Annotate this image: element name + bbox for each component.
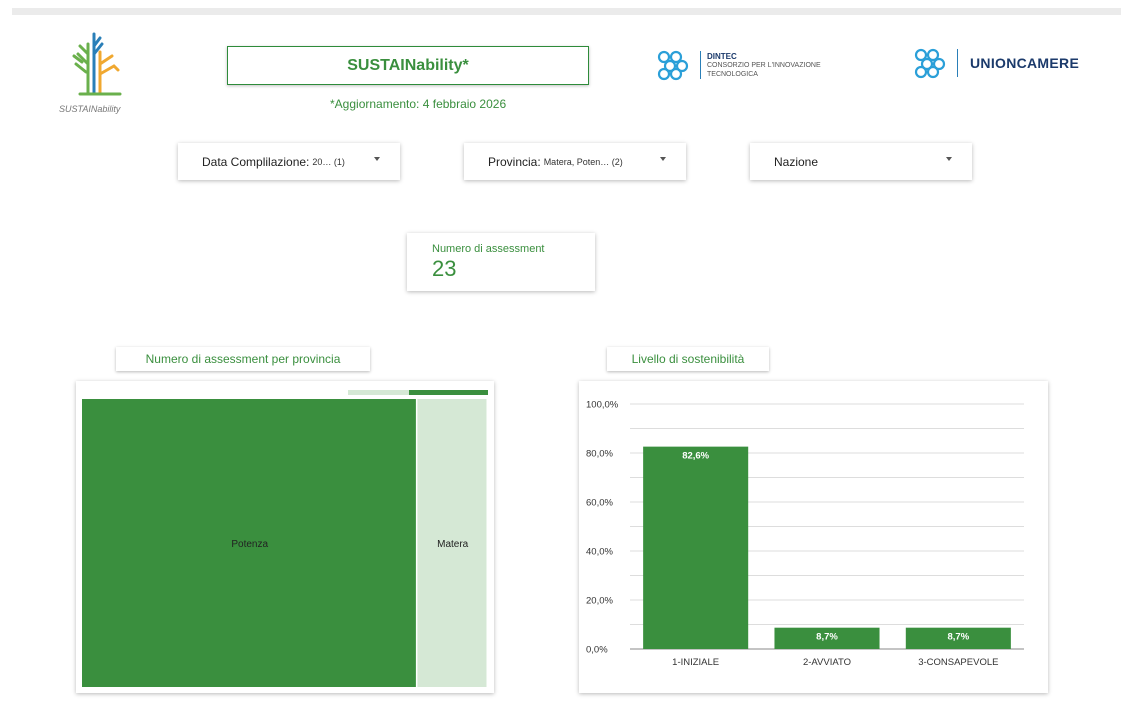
treemap-cell-label: Matera bbox=[437, 539, 469, 550]
bar-chart[interactable]: 0,0% 20,0% 40,0% 60,0% 80,0% 100,0% 82,6% 1-INI… bbox=[579, 381, 1048, 693]
partner-divider bbox=[957, 49, 958, 77]
x-tick-label: 2-AVVIATO bbox=[803, 657, 851, 668]
y-tick-label: 0,0% bbox=[586, 645, 608, 656]
filter-label: Data Complilazione: bbox=[202, 154, 310, 169]
y-tick-label: 80,0% bbox=[586, 449, 613, 460]
y-tick-label: 20,0% bbox=[586, 596, 613, 607]
partner-divider bbox=[700, 51, 701, 79]
filter-label: Nazione bbox=[774, 154, 819, 169]
x-tick-label: 3-CONSAPEVOLE bbox=[918, 657, 998, 668]
filter-data-compilazione[interactable]: Data Complilazione: 20… (1) bbox=[178, 143, 400, 180]
chevron-down-icon bbox=[660, 157, 666, 161]
dintec-logo: DINTEC CONSORZIO PER L'INNOVAZIONE TECNO… bbox=[654, 48, 821, 82]
dintec-title: DINTEC bbox=[707, 51, 737, 61]
dintec-subtitle-2: TECNOLOGICA bbox=[707, 70, 758, 78]
y-tick-label: 40,0% bbox=[586, 547, 613, 558]
bar-value-label: 8,7% bbox=[948, 632, 970, 643]
filter-value: Matera, Poten… (2) bbox=[543, 156, 623, 167]
y-tick-label: 60,0% bbox=[586, 498, 613, 509]
bar-value-label: 82,6% bbox=[682, 451, 709, 462]
chevron-down-icon bbox=[946, 157, 952, 161]
report-title-box: SUSTAINability* bbox=[227, 46, 589, 85]
x-tick-label: 1-INIZIALE bbox=[672, 657, 719, 668]
scorecard-value: 23 bbox=[432, 256, 457, 281]
unioncamere-name: UNIONCAMERE bbox=[970, 55, 1080, 71]
assessment-scorecard: Numero di assessment 23 bbox=[407, 233, 595, 291]
y-tick-label: 100,0% bbox=[586, 400, 619, 411]
treemap-card: Potenza Matera bbox=[76, 381, 494, 693]
chevron-down-icon bbox=[374, 157, 380, 161]
top-bar bbox=[12, 8, 1121, 15]
treemap-cell-label: Potenza bbox=[231, 539, 268, 550]
filter-label: Provincia: bbox=[488, 154, 541, 169]
dintec-subtitle-1: CONSORZIO PER L'INNOVAZIONE bbox=[707, 61, 821, 69]
report-title: SUSTAINability* bbox=[347, 56, 469, 74]
bar-chart-card: 0,0% 20,0% 40,0% 60,0% 80,0% 100,0% 82,6% 1-INI… bbox=[579, 381, 1048, 693]
scorecard-label: Numero di assessment bbox=[432, 243, 545, 255]
bar-1-iniziale[interactable] bbox=[643, 446, 749, 649]
dintec-emblem-icon bbox=[657, 50, 689, 81]
filter-value: 20… (1) bbox=[312, 156, 345, 167]
filter-nazione[interactable]: Nazione bbox=[750, 143, 972, 180]
treemap-scale-fill bbox=[409, 390, 488, 395]
treemap-title: Numero di assessment per provincia bbox=[116, 347, 370, 371]
unioncamere-emblem-icon bbox=[914, 48, 946, 79]
bar-value-label: 8,7% bbox=[816, 632, 838, 643]
dintec-name: DINTEC CONSORZIO PER L'INNOVAZIONE TECNO… bbox=[707, 52, 821, 79]
filter-provincia[interactable]: Provincia: Matera, Poten… (2) bbox=[464, 143, 686, 180]
logo-caption: SUSTAINability bbox=[59, 104, 121, 114]
unioncamere-logo: UNIONCAMERE bbox=[911, 46, 1079, 80]
update-date: *Aggiornamento: 4 febbraio 2026 bbox=[330, 97, 507, 111]
bar-chart-title: Livello di sostenibilità bbox=[607, 347, 769, 371]
treemap-chart[interactable]: Potenza Matera bbox=[76, 381, 494, 693]
